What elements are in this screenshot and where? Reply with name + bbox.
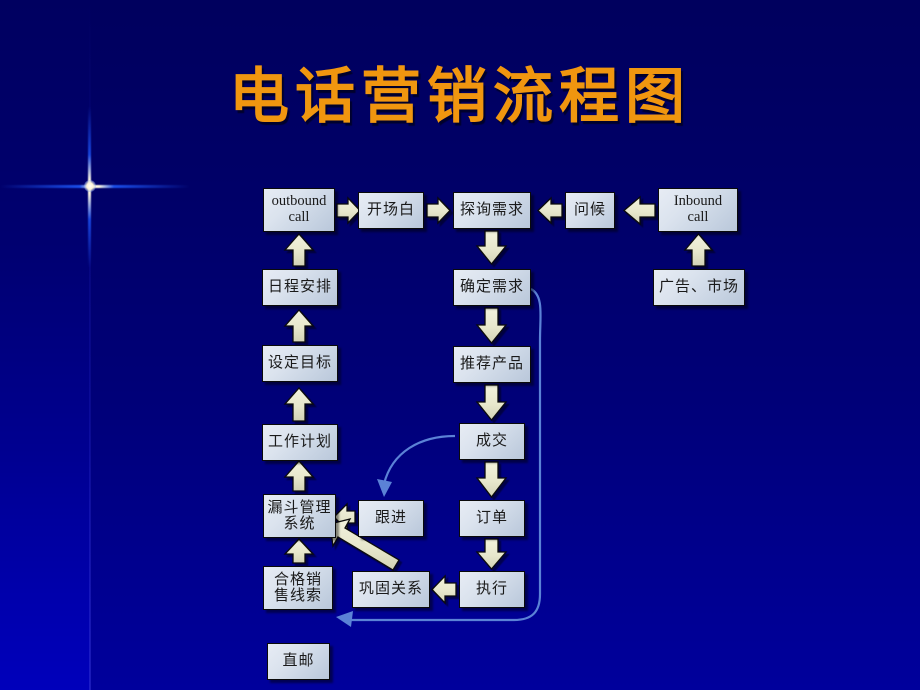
node-label-follow-up: 跟进 <box>374 510 407 527</box>
node-label-set-goal: 设定目标 <box>267 355 332 372</box>
node-label-outbound-call: outbound call <box>271 193 327 225</box>
node-execute[interactable]: 执行 <box>459 571 525 608</box>
node-greeting[interactable]: 问候 <box>565 192 615 229</box>
arrow-inquiry-to-confirm <box>475 230 508 266</box>
node-label-advertising-market: 广告、市场 <box>658 279 739 296</box>
arrow-order-to-execute <box>475 538 508 571</box>
arrow-ads-to-inbound <box>683 232 714 267</box>
arrow-opening-to-inquiry <box>426 196 451 225</box>
node-label-order: 订单 <box>475 510 508 527</box>
node-label-schedule: 日程安排 <box>267 279 332 296</box>
node-set-goal[interactable]: 设定目标 <box>262 345 338 382</box>
node-funnel-management-system[interactable]: 漏斗管理 系统 <box>263 494 336 538</box>
node-follow-up[interactable]: 跟进 <box>358 500 424 537</box>
node-outbound-call[interactable]: outbound call <box>263 188 335 232</box>
arrow-inbound-to-greeting <box>622 195 656 226</box>
node-label-consolidate-relationship: 巩固关系 <box>358 581 423 598</box>
slide-canvas: 电话营销流程图 outbound call 开场白 探询需求 问候 Inboun… <box>0 0 920 690</box>
node-qualified-leads[interactable]: 合格销 售线索 <box>263 566 333 610</box>
node-label-execute: 执行 <box>475 581 508 598</box>
node-consolidate-relationship[interactable]: 巩固关系 <box>352 571 430 608</box>
node-inbound-call[interactable]: Inbound call <box>658 188 738 232</box>
arrow-greeting-to-inquiry <box>537 196 563 225</box>
arrow-funnel-to-workplan <box>283 460 315 492</box>
node-inquire-needs[interactable]: 探询需求 <box>453 192 531 229</box>
node-opening-remark[interactable]: 开场白 <box>358 192 424 229</box>
node-label-inquire-needs: 探询需求 <box>459 202 524 219</box>
node-work-plan[interactable]: 工作计划 <box>262 424 338 461</box>
node-recommend-product[interactable]: 推荐产品 <box>453 346 531 383</box>
arrow-recommend-to-deal <box>475 384 508 422</box>
arrow-outbound-to-opening <box>336 196 361 225</box>
node-confirm-needs[interactable]: 确定需求 <box>453 269 531 306</box>
arrow-confirm-to-recommend <box>475 307 508 345</box>
curve-deal-to-followup-group <box>382 434 456 485</box>
node-label-opening-remark: 开场白 <box>366 202 415 219</box>
node-schedule[interactable]: 日程安排 <box>262 269 338 306</box>
arrow-workplan-to-goal <box>283 387 315 422</box>
node-deal-closed[interactable]: 成交 <box>459 423 525 460</box>
node-label-recommend-product: 推荐产品 <box>459 356 524 373</box>
node-label-direct-mail: 直邮 <box>282 653 315 670</box>
node-order[interactable]: 订单 <box>459 500 525 537</box>
arrow-leads-to-funnel <box>283 538 315 564</box>
node-advertising-market[interactable]: 广告、市场 <box>653 269 745 306</box>
node-label-qualified-leads: 合格销 售线索 <box>273 571 322 604</box>
node-label-deal-closed: 成交 <box>475 433 508 450</box>
flowchart: outbound call 开场白 探询需求 问候 Inbound call 日… <box>0 0 920 690</box>
arrow-execute-to-consolidate <box>431 574 457 605</box>
node-label-funnel-management-system: 漏斗管理 系统 <box>267 499 332 532</box>
curve-deal-to-followup <box>382 434 456 485</box>
node-direct-mail[interactable]: 直邮 <box>267 643 330 680</box>
arrow-goal-to-schedule <box>283 309 315 343</box>
arrow-schedule-to-outbound <box>283 233 315 267</box>
node-label-inbound-call: Inbound call <box>673 193 723 225</box>
curve-arrowhead-leads <box>336 611 353 627</box>
curve-arrowhead-followup <box>377 479 392 497</box>
node-label-greeting: 问候 <box>573 202 606 219</box>
arrow-deal-to-order <box>475 461 508 499</box>
node-label-confirm-needs: 确定需求 <box>459 279 524 296</box>
node-label-work-plan: 工作计划 <box>267 434 332 451</box>
